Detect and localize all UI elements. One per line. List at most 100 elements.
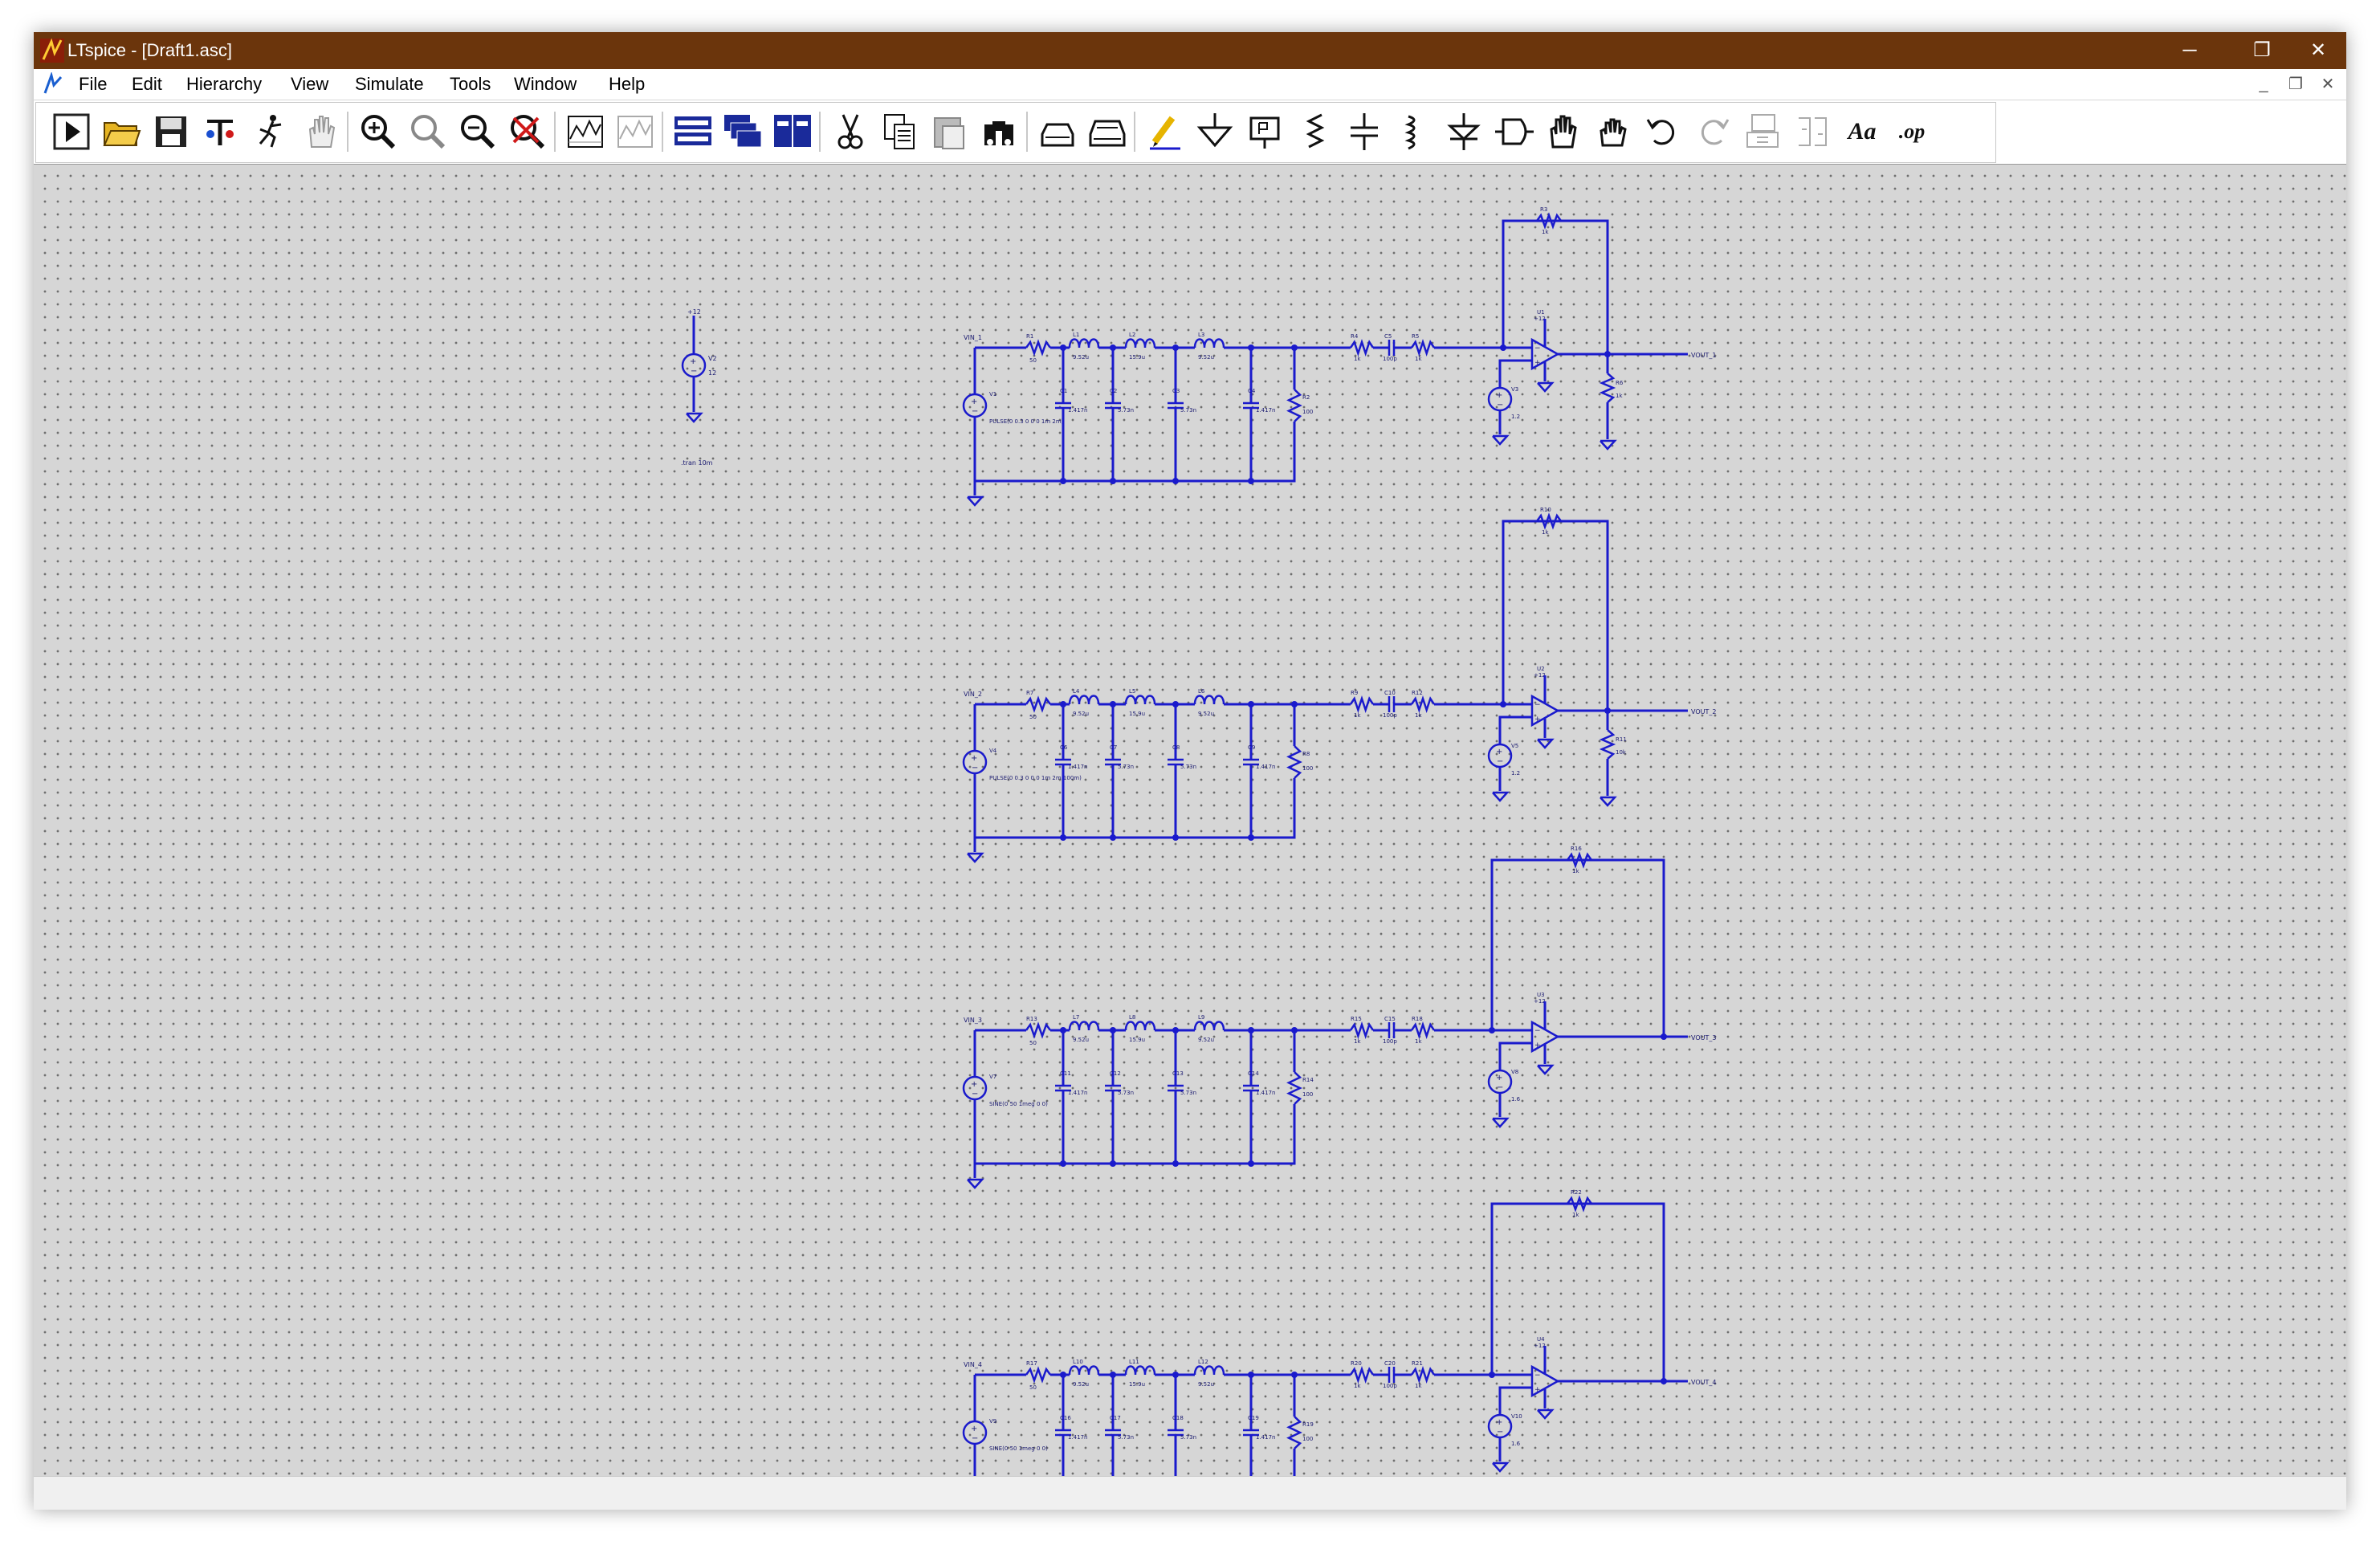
resistor-symbol[interactable] [1410,695,1436,713]
spice-directive-button[interactable]: .op [1890,110,1934,153]
ground-symbol[interactable] [686,412,703,423]
zoom-fit-button[interactable] [506,110,549,153]
copy-button[interactable] [878,110,922,153]
halt-button[interactable] [249,110,292,153]
ground-symbol[interactable] [1537,381,1555,393]
move-hand-button[interactable] [1542,110,1585,153]
schematic-drawing[interactable]: +−+12V212.tran 10mVIN_1 R150L19.52uL215.9… [34,165,2346,1477]
schematic-canvas[interactable]: + − +12 V2 12 .tran 10m VIN_1 R1 50 L1 9.52u L2 15.9… [34,164,2346,1477]
inductor-symbol[interactable] [1124,695,1156,705]
resistor-symbol[interactable] [1286,1071,1302,1105]
wire[interactable] [1490,858,1665,1037]
resistor-symbol[interactable] [1025,339,1052,357]
wire[interactable] [975,1104,1296,1165]
ground-symbol[interactable] [1537,1064,1555,1075]
menu-simulate[interactable]: Simulate [355,74,424,95]
ground-symbol[interactable] [967,852,984,863]
ground-symbol[interactable] [1492,1461,1510,1473]
tile-horizontal-button[interactable] [671,110,715,153]
resistor-symbol[interactable] [1599,729,1616,760]
pan-hand-button[interactable] [299,110,342,153]
zoom-in-button[interactable] [357,110,400,153]
mdi-restore-button[interactable]: ❐ [2285,74,2306,95]
resistor-symbol[interactable] [1286,745,1302,779]
wire[interactable] [975,422,1296,483]
wire[interactable] [975,778,1296,839]
mdi-close-button[interactable]: ✕ [2317,74,2338,95]
label-net-button[interactable] [1243,110,1286,153]
ground-symbol[interactable] [967,495,984,507]
resistor-symbol[interactable] [1410,1021,1436,1039]
find-button[interactable] [978,110,1021,153]
inductor-symbol[interactable] [1068,695,1100,705]
resistor-symbol[interactable] [1349,695,1375,713]
text-button[interactable]: Aa [1840,110,1884,153]
waveform-button[interactable] [564,110,607,153]
waveform-autorange-button[interactable] [613,110,657,153]
capacitor-button[interactable] [1343,110,1386,153]
wire[interactable] [1490,1202,1665,1381]
resistor-symbol[interactable] [1025,695,1052,713]
diode-button[interactable] [1442,110,1485,153]
inductor-symbol[interactable] [1124,338,1156,349]
mdi-minimize-button[interactable]: _ [2253,74,2274,95]
minimize-button[interactable]: ─ [2154,32,2226,69]
wire[interactable] [1498,1386,1532,1415]
wire[interactable] [1502,219,1609,354]
resistor-symbol[interactable] [1286,1416,1302,1449]
paste-button[interactable] [928,110,972,153]
wire[interactable] [975,1449,1296,1477]
undo-button[interactable] [1641,110,1685,153]
menu-help[interactable]: Help [609,74,645,95]
redo-button[interactable] [1691,110,1734,153]
inductor-symbol[interactable] [1193,1021,1225,1031]
control-panel-button[interactable] [199,110,242,153]
zoom-area-button[interactable] [406,110,450,153]
tile-vertical-button[interactable] [771,110,814,153]
ground-symbol[interactable] [1492,434,1510,446]
resistor-symbol[interactable] [1410,339,1436,357]
run-button[interactable] [50,110,93,153]
menu-view[interactable]: View [291,74,328,95]
ground-symbol[interactable] [1537,738,1555,749]
resistor-symbol[interactable] [1286,389,1302,422]
ground-symbol[interactable] [1600,439,1617,450]
close-button[interactable]: ✕ [2282,32,2346,69]
menu-hierarchy[interactable]: Hierarchy [186,74,262,95]
mirror-button[interactable] [1791,110,1834,153]
cascade-button[interactable] [721,110,764,153]
menu-edit[interactable]: Edit [132,74,162,95]
resistor-symbol[interactable] [1025,1021,1052,1039]
resistor-symbol[interactable] [1025,1366,1052,1384]
wire[interactable] [1498,359,1532,388]
menu-file[interactable]: File [79,74,107,95]
ground-symbol[interactable] [1492,791,1510,802]
save-button[interactable] [149,110,193,153]
resistor-button[interactable] [1293,110,1336,153]
inductor-symbol[interactable] [1193,695,1225,705]
cut-button[interactable] [829,110,872,153]
wire[interactable] [1502,520,1609,711]
ground-symbol[interactable] [967,1178,984,1189]
inductor-symbol[interactable] [1068,1365,1100,1376]
schematic-doc-icon[interactable] [42,72,64,96]
wire[interactable] [1498,1042,1532,1070]
wire[interactable] [1498,715,1532,744]
print-button[interactable] [1086,110,1129,153]
inductor-button[interactable] [1392,110,1436,153]
zoom-out-button[interactable] [456,110,499,153]
resistor-symbol[interactable] [1349,1021,1375,1039]
draw-wire-button[interactable] [1143,110,1187,153]
inductor-symbol[interactable] [1193,338,1225,349]
resistor-symbol[interactable] [1349,1366,1375,1384]
ground-symbol[interactable] [1537,1408,1555,1420]
open-folder-button[interactable] [100,110,143,153]
print-preview-button[interactable] [1036,110,1079,153]
component-button[interactable] [1492,110,1535,153]
ground-button[interactable] [1193,110,1237,153]
rotate-button[interactable] [1741,110,1784,153]
inductor-symbol[interactable] [1124,1021,1156,1031]
ground-symbol[interactable] [1492,1117,1510,1128]
menu-tools[interactable]: Tools [450,74,491,95]
drag-hand-button[interactable] [1591,110,1635,153]
